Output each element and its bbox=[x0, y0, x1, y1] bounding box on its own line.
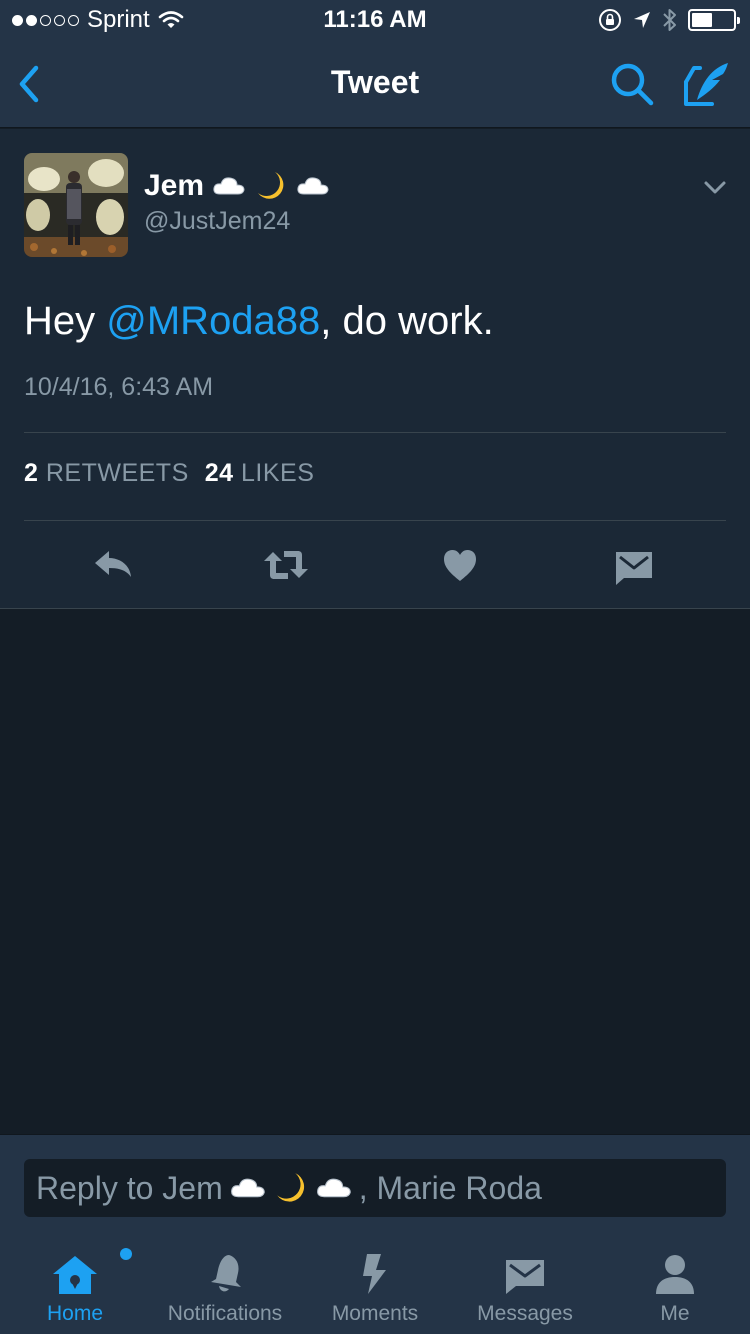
home-icon bbox=[53, 1256, 97, 1294]
tweet-timestamp: 10/4/16, 6:43 AM bbox=[24, 373, 214, 401]
reply-bar: Reply to Jem , Marie Roda bbox=[0, 1134, 750, 1236]
tweet-card: Jem @JustJem24 Hey @MRoda88, do work. 10… bbox=[0, 129, 750, 609]
tab-moments[interactable]: Moments bbox=[300, 1236, 450, 1334]
author-name[interactable]: Jem bbox=[144, 169, 330, 203]
mention-link[interactable]: @MRoda88 bbox=[106, 299, 320, 343]
reply-icon[interactable] bbox=[92, 543, 134, 587]
bluetooth-icon bbox=[663, 9, 676, 31]
person-icon bbox=[656, 1255, 694, 1294]
retweets-label: RETWEETS bbox=[45, 459, 189, 487]
cloud-emoji-icon bbox=[213, 177, 245, 195]
author-handle[interactable]: @JustJem24 bbox=[144, 207, 290, 236]
direct-message-icon[interactable] bbox=[614, 543, 654, 587]
status-bar: Sprint 11:16 AM bbox=[0, 0, 750, 40]
crescent-moon-emoji-icon bbox=[276, 1173, 304, 1202]
tweet-text-suffix: , do work. bbox=[320, 299, 494, 343]
tab-me[interactable]: Me bbox=[600, 1236, 750, 1334]
retweets-number: 2 bbox=[24, 459, 39, 487]
search-icon[interactable] bbox=[608, 60, 656, 108]
tab-label: Me bbox=[660, 1302, 690, 1325]
tab-label: Moments bbox=[331, 1302, 419, 1325]
nav-bar: Tweet bbox=[0, 40, 750, 128]
tab-label: Messages bbox=[477, 1302, 573, 1325]
orientation-lock-icon bbox=[599, 9, 621, 31]
heart-icon[interactable] bbox=[442, 543, 478, 587]
likes-label: LIKES bbox=[241, 459, 315, 487]
author-avatar[interactable] bbox=[24, 153, 128, 257]
retweets-count[interactable]: 2 RETWEETS bbox=[24, 459, 189, 488]
author-name-text: Jem bbox=[144, 169, 205, 202]
tab-label: Home bbox=[46, 1302, 104, 1325]
lightning-icon bbox=[363, 1254, 386, 1294]
compose-tweet-icon[interactable] bbox=[682, 60, 732, 108]
reply-placeholder-prefix: Reply to Jem bbox=[36, 1169, 223, 1206]
cloud-emoji-icon bbox=[230, 1178, 265, 1198]
tab-notifications[interactable]: Notifications bbox=[150, 1236, 300, 1334]
likes-number: 24 bbox=[204, 459, 234, 487]
cloud-emoji-icon bbox=[297, 177, 329, 195]
tab-label: Notifications bbox=[167, 1302, 283, 1325]
cloud-emoji-icon bbox=[316, 1178, 351, 1198]
tweet-text-prefix: Hey bbox=[24, 299, 107, 343]
location-arrow-icon bbox=[634, 12, 650, 28]
tab-bar: Home Notifications Moments Messages Me bbox=[0, 1236, 750, 1334]
tab-home[interactable]: Home bbox=[0, 1236, 150, 1334]
divider bbox=[24, 432, 726, 433]
tweet-stats: 2 RETWEETS 24 LIKES bbox=[24, 459, 314, 488]
battery-icon bbox=[688, 9, 740, 31]
bell-icon bbox=[211, 1255, 241, 1292]
reply-placeholder-suffix: , Marie Roda bbox=[358, 1169, 542, 1206]
retweet-icon[interactable] bbox=[262, 543, 310, 587]
likes-count[interactable]: 24 LIKES bbox=[205, 459, 315, 488]
tab-messages[interactable]: Messages bbox=[450, 1236, 600, 1334]
unread-indicator bbox=[120, 1248, 132, 1260]
chevron-down-icon[interactable] bbox=[700, 175, 730, 199]
reply-input[interactable]: Reply to Jem , Marie Roda bbox=[24, 1159, 726, 1217]
tweet-text: Hey @MRoda88, do work. bbox=[24, 299, 494, 344]
status-right bbox=[598, 7, 740, 33]
crescent-moon-emoji-icon bbox=[258, 172, 284, 199]
envelope-icon bbox=[506, 1260, 544, 1294]
divider bbox=[24, 520, 726, 521]
